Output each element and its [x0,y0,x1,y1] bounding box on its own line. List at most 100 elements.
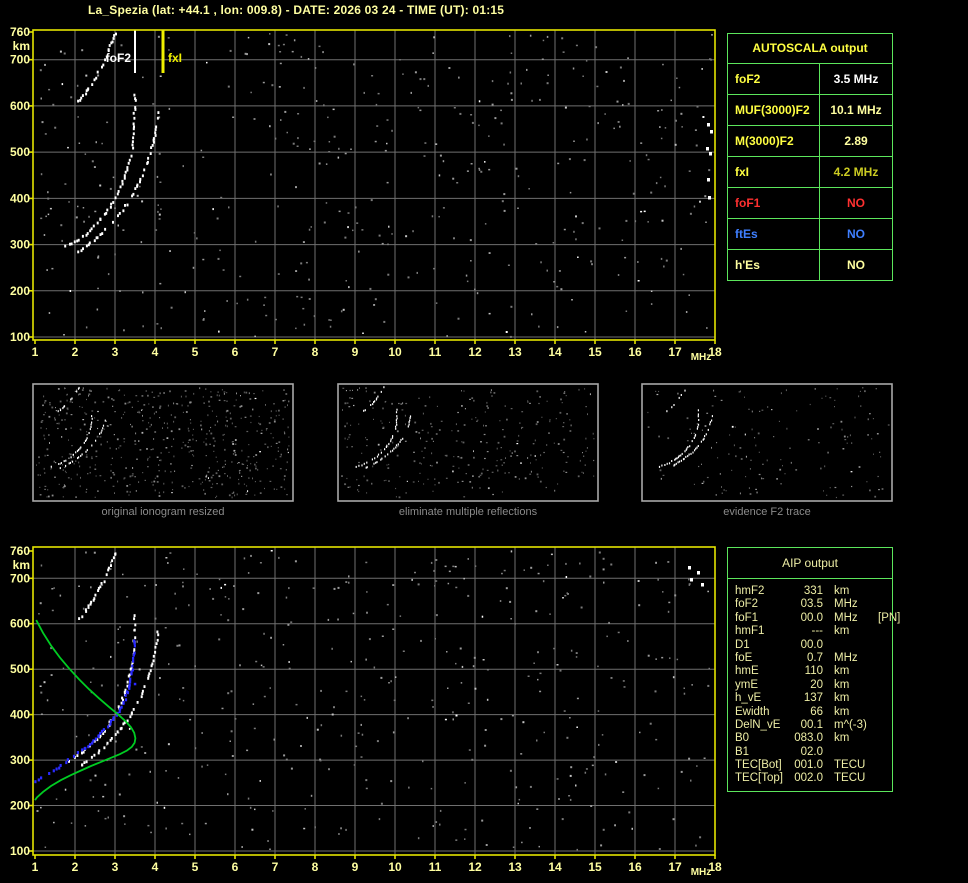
aip-row-b0: B0 083.0 km [735,732,892,745]
y-tick-label: 600 [10,617,30,631]
x-tick-label: 17 [668,860,682,874]
autoscala-output-table: AUTOSCALA output foF2 3.5 MHz MUF(3000)F2 1… [727,33,893,281]
aip-param-value: 331 [803,585,823,597]
aip-param-name: h_vE [735,692,762,705]
autoscala-param-label: foF2 [728,64,820,94]
y-tick-label: 200 [10,799,30,813]
aip-row-hme: hmE 110 km [735,665,892,678]
x-tick-label: 5 [192,860,199,874]
marker-fxi: fxI [161,30,182,73]
page-title: La_Spezia (lat: +44.1 , lon: 009.8) - DA… [88,3,505,17]
thumbnail-evidence [641,383,893,502]
profile-plot-border [32,546,716,856]
autoscala-param-label: h'Es [728,250,820,280]
y-axis-unit-label: km [13,39,30,53]
autoscala-param-value: 2.89 [844,134,868,148]
y-axis-unit-label: km [13,558,30,572]
thumbnail-eliminate [337,383,599,502]
autoscala-table-body: foF2 3.5 MHz MUF(3000)F2 10.1 MHz M(3000)F2 2… [728,64,892,280]
ionogram-plot-echo-traces [64,32,160,254]
aip-param-name: hmE [735,665,759,678]
thumbnail-caption-evidence: evidence F2 trace [723,506,811,518]
aip-param-value: 0.7 [807,651,823,664]
ionogram-plot-border [32,29,716,341]
aip-param-value: 03.5 [800,598,823,611]
x-tick-label: 12 [468,860,482,874]
x-tick-label: 4 [152,345,159,359]
ionogram-plot: foF2 fxI1 2 3 4 5 6 7 8 9 10 11 12 13 14 15 16 17 18MHz760… [10,25,722,363]
ionogram-plot-grid [33,30,715,340]
autoscala-row-muf3000f2: MUF(3000)F2 10.1 MHz [728,95,892,126]
aip-param-unit: km [834,678,850,691]
x-tick-label: 3 [112,860,119,874]
aip-param-name: hmF2 [735,585,765,597]
y-tick-label: 700 [10,53,30,67]
aip-param-value: 02.0 [800,745,823,758]
autoscala-row-fxi: fxI 4.2 MHz [728,157,892,188]
x-tick-label: 8 [312,345,319,359]
x-tick-label: 3 [112,345,119,359]
x-tick-label: 2 [72,345,79,359]
x-tick-label: 12 [468,345,482,359]
autoscala-param-label: foF1 [728,188,820,218]
x-tick-label: 15 [588,860,602,874]
aip-table-body: hmF2 331 km foF2 03.5 MHz foF1 00.0 MHz [PN] hmF1 -… [728,579,900,786]
x-tick-label: 13 [508,345,522,359]
aip-param-name: foF2 [735,598,759,611]
aip-param-value: 002.0 [794,772,823,785]
y-tick-label: 500 [10,145,30,159]
aip-row-hmf1: hmF1 --- km [735,625,892,638]
aip-param-name: TEC[Bot] [735,759,782,772]
autoscala-param-label: M(3000)F2 [728,126,820,156]
thumbnail-evidence-border [641,383,893,502]
aip-output-table: AIP output hmF2 331 km foF2 03.5 MHz foF1 00.0 M… [727,547,900,792]
autoscala-param-value: NO [847,227,865,241]
aip-param-unit: m^(-3) [834,718,867,731]
y-tick-label: 300 [10,238,30,252]
profile-plot: 1 2 3 4 5 6 7 8 9 10 11 12 13 14 15 16 17 18MHz7607006005… [10,544,722,878]
aip-param-unit [834,639,878,652]
aip-param-name: B1 [735,745,750,758]
aip-row-b1: B1 02.0 [735,746,892,759]
ionogram-plot-axes: 1 2 3 4 5 6 7 8 9 10 11 12 13 14 15 16 17 18MHz7607006005… [10,25,722,363]
aip-param-name: foF1 [735,611,759,624]
thumbnail-caption-original: original ionogram resized [101,506,225,518]
y-tick-label: 760 [10,25,30,39]
autoscala-param-label: fxI [728,157,820,187]
x-tick-label: 16 [628,860,642,874]
y-tick-label: 400 [10,191,30,205]
x-tick-label: 9 [352,345,359,359]
autoscala-param-label: MUF(3000)F2 [728,95,820,125]
aip-param-name: foE [735,651,753,664]
aip-param-value: 00.1 [800,718,823,731]
y-tick-label: 400 [10,708,30,722]
x-tick-label: 14 [548,860,562,874]
x-tick-label: 5 [192,345,199,359]
x-tick-label: 10 [388,860,402,874]
x-tick-label: 10 [388,345,402,359]
aip-param-unit [834,746,878,759]
aip-param-value: 137 [803,692,823,705]
aip-param-value: --- [811,625,824,638]
aip-param-value: 083.0 [794,732,823,745]
aip-param-unit: km [834,585,850,597]
x-tick-label: 2 [72,860,79,874]
x-tick-label: 11 [429,860,442,874]
aip-row-fof1: foF1 00.0 MHz [PN] [735,611,900,625]
aip-row-d1: D1 00.0 [735,639,892,652]
marker-fof2: foF2 [106,30,136,73]
marker-label-fof2: foF2 [106,51,132,65]
aip-row-foe: foE 0.7 MHz [735,652,892,665]
x-tick-label: 15 [588,345,602,359]
autoscala-param-label: ftEs [728,219,820,249]
x-axis-unit-label: MHz [691,352,712,363]
y-tick-label: 600 [10,99,30,113]
aip-param-value: 00.0 [800,638,823,651]
autoscala-param-value: 10.1 MHz [830,103,882,117]
x-tick-label: 6 [232,860,239,874]
aip-param-name: hmF1 [735,625,765,638]
autoscala-param-value: NO [847,196,865,210]
aip-param-unit: km [834,705,850,718]
x-tick-label: 9 [352,860,359,874]
aip-row-ewidth: Ewidth 66 km [735,706,892,719]
